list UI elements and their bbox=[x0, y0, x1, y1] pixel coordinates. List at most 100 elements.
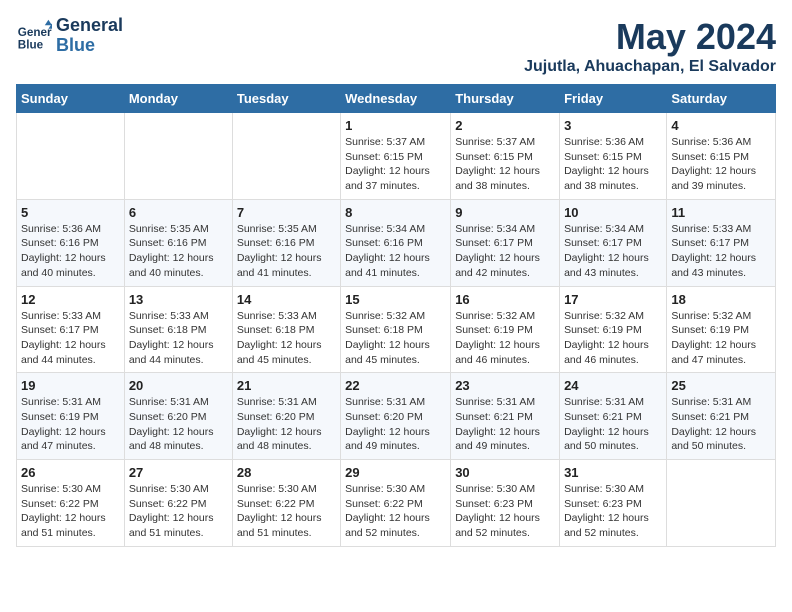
day-number: 14 bbox=[237, 292, 336, 307]
title-block: May 2024 Jujutla, Ahuachapan, El Salvado… bbox=[524, 16, 776, 76]
day-info: Sunrise: 5:31 AM Sunset: 6:21 PM Dayligh… bbox=[564, 395, 662, 454]
day-number: 31 bbox=[564, 465, 662, 480]
day-info: Sunrise: 5:34 AM Sunset: 6:17 PM Dayligh… bbox=[564, 222, 662, 281]
svg-text:Blue: Blue bbox=[18, 38, 44, 51]
day-number: 18 bbox=[671, 292, 771, 307]
day-number: 24 bbox=[564, 378, 662, 393]
logo-line2: Blue bbox=[56, 36, 123, 56]
calendar-week-row: 26 Sunrise: 5:30 AM Sunset: 6:22 PM Dayli… bbox=[17, 460, 776, 547]
day-number: 29 bbox=[345, 465, 446, 480]
day-info: Sunrise: 5:30 AM Sunset: 6:22 PM Dayligh… bbox=[21, 482, 120, 541]
day-info: Sunrise: 5:30 AM Sunset: 6:22 PM Dayligh… bbox=[237, 482, 336, 541]
logo-icon: General Blue bbox=[16, 18, 52, 54]
calendar-header-row: SundayMondayTuesdayWednesdayThursdayFrid… bbox=[17, 85, 776, 113]
day-info: Sunrise: 5:34 AM Sunset: 6:17 PM Dayligh… bbox=[455, 222, 555, 281]
day-number: 25 bbox=[671, 378, 771, 393]
calendar-cell: 13Sunrise: 5:33 AM Sunset: 6:18 PM Dayli… bbox=[124, 286, 232, 373]
day-number: 23 bbox=[455, 378, 555, 393]
day-info: Sunrise: 5:31 AM Sunset: 6:20 PM Dayligh… bbox=[237, 395, 336, 454]
calendar-cell: 6 Sunrise: 5:35 AM Sunset: 6:16 PM Daylig… bbox=[124, 199, 232, 286]
calendar-cell: 16 Sunrise: 5:32 AM Sunset: 6:19 PM Dayli… bbox=[451, 286, 560, 373]
calendar-cell: 5 Sunrise: 5:36 AM Sunset: 6:16 PM Daylig… bbox=[17, 199, 125, 286]
day-info: Sunrise: 5:34 AM Sunset: 6:16 PM Dayligh… bbox=[345, 222, 446, 281]
calendar-cell: 25 Sunrise: 5:31 AM Sunset: 6:21 PM Dayli… bbox=[667, 373, 776, 460]
day-info: Sunrise: 5:32 AM Sunset: 6:19 PM Dayligh… bbox=[671, 309, 771, 368]
day-number: 22 bbox=[345, 378, 446, 393]
calendar-cell bbox=[667, 460, 776, 547]
day-info: Sunrise: 5:35 AM Sunset: 6:16 PM Dayligh… bbox=[129, 222, 228, 281]
day-info: Sunrise: 5:31 AM Sunset: 6:19 PM Dayligh… bbox=[21, 395, 120, 454]
calendar-cell: 26 Sunrise: 5:30 AM Sunset: 6:22 PM Dayli… bbox=[17, 460, 125, 547]
day-info: Sunrise: 5:32 AM Sunset: 6:19 PM Dayligh… bbox=[564, 309, 662, 368]
day-number: 28 bbox=[237, 465, 336, 480]
calendar-cell: 24 Sunrise: 5:31 AM Sunset: 6:21 PM Dayli… bbox=[560, 373, 667, 460]
day-info: Sunrise: 5:31 AM Sunset: 6:20 PM Dayligh… bbox=[345, 395, 446, 454]
calendar-cell: 28 Sunrise: 5:30 AM Sunset: 6:22 PM Dayli… bbox=[232, 460, 340, 547]
day-info: Sunrise: 5:30 AM Sunset: 6:22 PM Dayligh… bbox=[345, 482, 446, 541]
calendar-cell: 1 Sunrise: 5:37 AM Sunset: 6:15 PM Daylig… bbox=[341, 113, 451, 200]
calendar-cell: 20Sunrise: 5:31 AM Sunset: 6:20 PM Dayli… bbox=[124, 373, 232, 460]
calendar-cell: 7Sunrise: 5:35 AM Sunset: 6:16 PM Daylig… bbox=[232, 199, 340, 286]
header-monday: Monday bbox=[124, 85, 232, 113]
day-info: Sunrise: 5:30 AM Sunset: 6:23 PM Dayligh… bbox=[564, 482, 662, 541]
day-number: 10 bbox=[564, 205, 662, 220]
month-title: May 2024 bbox=[524, 16, 776, 58]
day-info: Sunrise: 5:32 AM Sunset: 6:19 PM Dayligh… bbox=[455, 309, 555, 368]
day-number: 5 bbox=[21, 205, 120, 220]
day-info: Sunrise: 5:35 AM Sunset: 6:16 PM Dayligh… bbox=[237, 222, 336, 281]
day-info: Sunrise: 5:37 AM Sunset: 6:15 PM Dayligh… bbox=[345, 135, 446, 194]
calendar-week-row: 1 Sunrise: 5:37 AM Sunset: 6:15 PM Daylig… bbox=[17, 113, 776, 200]
day-number: 11 bbox=[671, 205, 771, 220]
day-number: 26 bbox=[21, 465, 120, 480]
header-sunday: Sunday bbox=[17, 85, 125, 113]
calendar-cell: 17 Sunrise: 5:32 AM Sunset: 6:19 PM Dayli… bbox=[560, 286, 667, 373]
day-number: 21 bbox=[237, 378, 336, 393]
calendar-cell: 3 Sunrise: 5:36 AM Sunset: 6:15 PM Daylig… bbox=[560, 113, 667, 200]
calendar-cell: 9Sunrise: 5:34 AM Sunset: 6:17 PM Daylig… bbox=[451, 199, 560, 286]
calendar-cell: 27Sunrise: 5:30 AM Sunset: 6:22 PM Dayli… bbox=[124, 460, 232, 547]
calendar-cell: 8 Sunrise: 5:34 AM Sunset: 6:16 PM Daylig… bbox=[341, 199, 451, 286]
calendar-cell: 29 Sunrise: 5:30 AM Sunset: 6:22 PM Dayli… bbox=[341, 460, 451, 547]
day-number: 16 bbox=[455, 292, 555, 307]
calendar-week-row: 5 Sunrise: 5:36 AM Sunset: 6:16 PM Daylig… bbox=[17, 199, 776, 286]
calendar-cell: 22 Sunrise: 5:31 AM Sunset: 6:20 PM Dayli… bbox=[341, 373, 451, 460]
day-info: Sunrise: 5:33 AM Sunset: 6:18 PM Dayligh… bbox=[129, 309, 228, 368]
header-thursday: Thursday bbox=[451, 85, 560, 113]
calendar-cell bbox=[232, 113, 340, 200]
header-friday: Friday bbox=[560, 85, 667, 113]
day-number: 8 bbox=[345, 205, 446, 220]
day-info: Sunrise: 5:30 AM Sunset: 6:22 PM Dayligh… bbox=[129, 482, 228, 541]
day-number: 30 bbox=[455, 465, 555, 480]
day-number: 17 bbox=[564, 292, 662, 307]
day-info: Sunrise: 5:33 AM Sunset: 6:18 PM Dayligh… bbox=[237, 309, 336, 368]
day-info: Sunrise: 5:30 AM Sunset: 6:23 PM Dayligh… bbox=[455, 482, 555, 541]
page-header: General Blue General Blue May 2024 Jujut… bbox=[16, 16, 776, 76]
header-wednesday: Wednesday bbox=[341, 85, 451, 113]
day-number: 6 bbox=[129, 205, 228, 220]
day-info: Sunrise: 5:36 AM Sunset: 6:15 PM Dayligh… bbox=[564, 135, 662, 194]
calendar-cell: 18 Sunrise: 5:32 AM Sunset: 6:19 PM Dayli… bbox=[667, 286, 776, 373]
day-number: 15 bbox=[345, 292, 446, 307]
day-info: Sunrise: 5:36 AM Sunset: 6:16 PM Dayligh… bbox=[21, 222, 120, 281]
day-info: Sunrise: 5:33 AM Sunset: 6:17 PM Dayligh… bbox=[21, 309, 120, 368]
calendar-week-row: 19 Sunrise: 5:31 AM Sunset: 6:19 PM Dayli… bbox=[17, 373, 776, 460]
day-number: 20 bbox=[129, 378, 228, 393]
calendar-cell bbox=[17, 113, 125, 200]
calendar-cell: 23Sunrise: 5:31 AM Sunset: 6:21 PM Dayli… bbox=[451, 373, 560, 460]
location: Jujutla, Ahuachapan, El Salvador bbox=[524, 58, 776, 76]
calendar-cell: 10 Sunrise: 5:34 AM Sunset: 6:17 PM Dayli… bbox=[560, 199, 667, 286]
calendar-cell: 12Sunrise: 5:33 AM Sunset: 6:17 PM Dayli… bbox=[17, 286, 125, 373]
calendar-cell: 4Sunrise: 5:36 AM Sunset: 6:15 PM Daylig… bbox=[667, 113, 776, 200]
svg-text:General: General bbox=[18, 26, 52, 39]
day-number: 3 bbox=[564, 118, 662, 133]
logo: General Blue General Blue bbox=[16, 16, 123, 56]
calendar-cell: 19 Sunrise: 5:31 AM Sunset: 6:19 PM Dayli… bbox=[17, 373, 125, 460]
calendar-cell: 31 Sunrise: 5:30 AM Sunset: 6:23 PM Dayli… bbox=[560, 460, 667, 547]
calendar-cell: 21 Sunrise: 5:31 AM Sunset: 6:20 PM Dayli… bbox=[232, 373, 340, 460]
day-number: 1 bbox=[345, 118, 446, 133]
header-saturday: Saturday bbox=[667, 85, 776, 113]
day-info: Sunrise: 5:31 AM Sunset: 6:21 PM Dayligh… bbox=[671, 395, 771, 454]
day-number: 2 bbox=[455, 118, 555, 133]
day-info: Sunrise: 5:33 AM Sunset: 6:17 PM Dayligh… bbox=[671, 222, 771, 281]
day-number: 19 bbox=[21, 378, 120, 393]
